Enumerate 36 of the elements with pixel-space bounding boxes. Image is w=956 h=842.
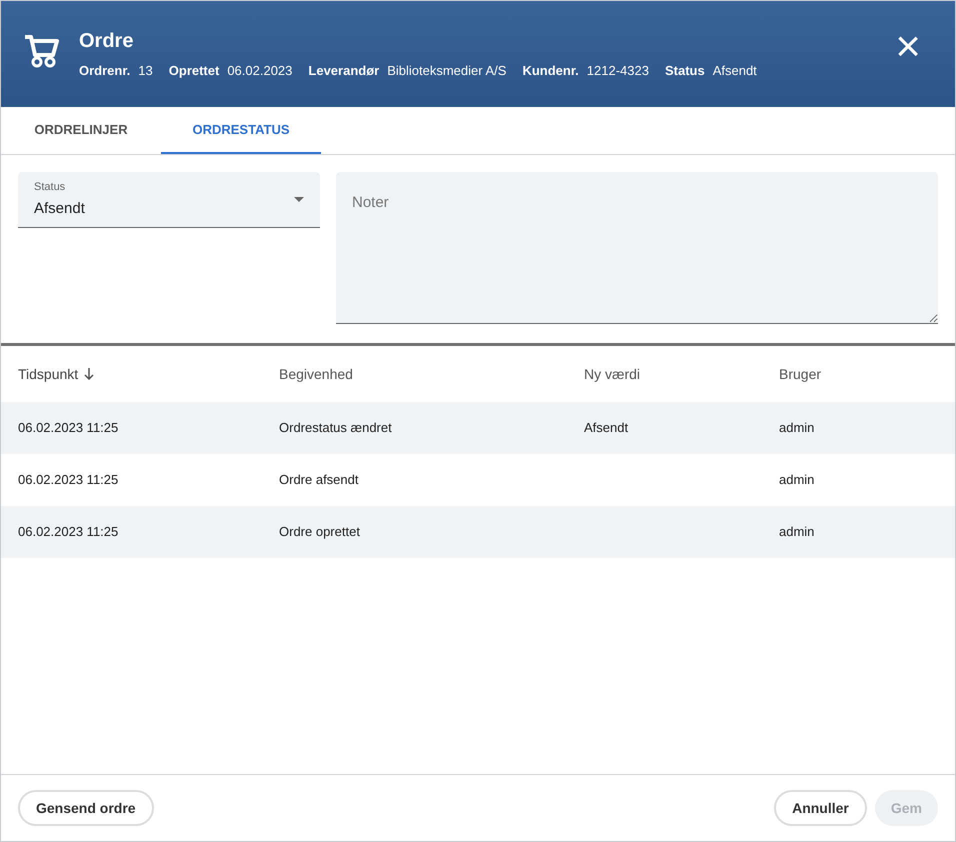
status-select[interactable]: Status Afsendt xyxy=(18,172,320,228)
column-header[interactable]: Ny værdi xyxy=(584,364,640,384)
select-value: Afsendt xyxy=(34,198,86,218)
meta-label: Oprettet xyxy=(168,62,220,80)
table-cell: Ordrestatus ændret xyxy=(279,420,392,436)
action-button[interactable]: Annuller xyxy=(774,790,867,826)
select-label: Status xyxy=(34,180,66,195)
arrow-down-icon xyxy=(84,368,94,380)
notes-field[interactable]: Noter xyxy=(336,172,938,324)
meta-label: Kundenr. xyxy=(522,62,579,80)
close-button[interactable]: × xyxy=(895,27,921,67)
meta-value: 06.02.2023 xyxy=(227,62,292,80)
tab[interactable]: ORDRELINJER xyxy=(1,107,161,154)
table-cell: admin xyxy=(779,524,814,540)
table-cell: 06.02.2023 11:25 xyxy=(18,524,118,540)
meta-value: Biblioteksmedier A/S xyxy=(387,62,506,80)
dialog-title: Ordre xyxy=(79,29,134,53)
table-cell: Ordre oprettet xyxy=(279,524,360,540)
meta-label: Leverandør xyxy=(308,62,380,80)
table-cell: 06.02.2023 11:25 xyxy=(18,472,118,488)
column-header[interactable]: Tidspunkt xyxy=(18,364,78,384)
meta-value: Afsendt xyxy=(712,62,757,80)
meta-label: Status xyxy=(664,62,705,80)
table-cell: Ordre afsendt xyxy=(279,472,358,488)
column-header[interactable]: Bruger xyxy=(779,364,822,384)
tab[interactable]: ORDRESTATUS xyxy=(161,107,321,154)
table-cell: Afsendt xyxy=(584,420,628,436)
column-header[interactable]: Begivenhed xyxy=(279,364,353,384)
table-cell: admin xyxy=(779,420,814,436)
dropdown-caret-icon xyxy=(294,197,304,202)
table-cell: 06.02.2023 11:25 xyxy=(18,420,118,436)
table-cell: admin xyxy=(779,472,814,488)
meta-label: Ordrenr. xyxy=(79,62,130,80)
action-button[interactable]: Gensend ordre xyxy=(18,790,154,826)
meta-value: 13 xyxy=(138,62,153,80)
meta-value: 1212-4323 xyxy=(586,62,649,80)
